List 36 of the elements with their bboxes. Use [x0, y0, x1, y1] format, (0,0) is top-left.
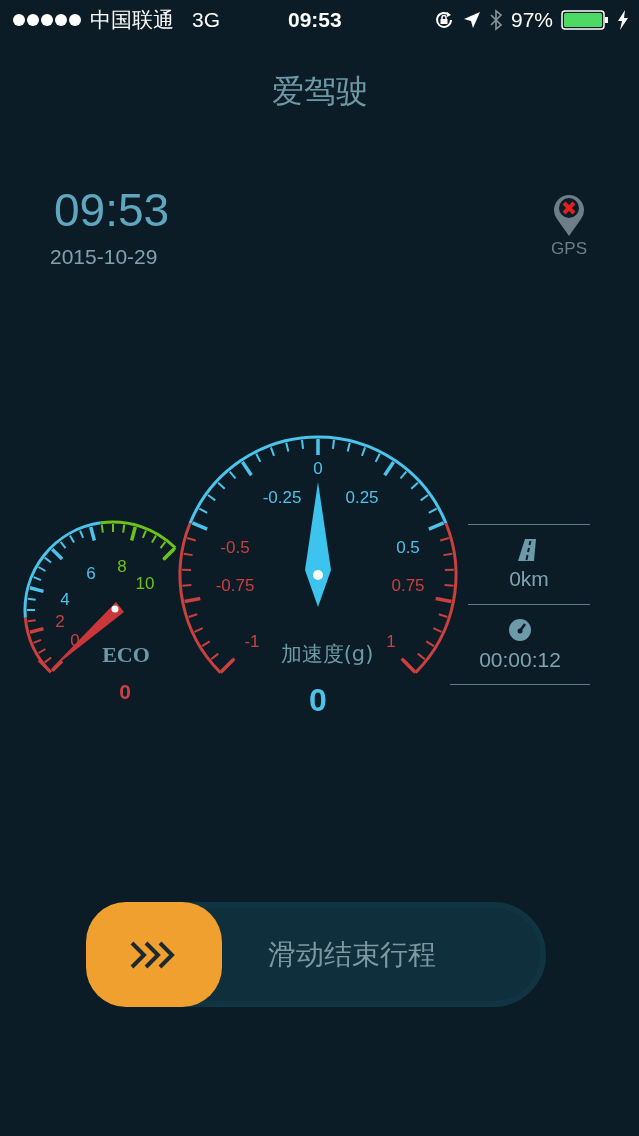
eco-scale-label: 6 [86, 563, 96, 583]
accel-scale-label: 0 [313, 458, 323, 478]
eco-scale-label: 4 [60, 589, 70, 609]
eco-scale-label: 10 [135, 573, 155, 593]
accel-scale-label: -0.75 [215, 575, 255, 595]
signal-icon [12, 13, 82, 27]
battery-icon [561, 9, 609, 31]
bluetooth-icon [488, 9, 503, 31]
trip-duration: 00:00:12 [479, 647, 561, 672]
eco-scale-label: 2 [55, 611, 65, 631]
eco-label: ECO [102, 641, 150, 667]
app-title: 爱驾驶 [270, 72, 369, 111]
clock-time: 09:53 [53, 183, 170, 237]
slider-knob[interactable] [86, 902, 222, 1007]
status-time: 09:53 [288, 8, 342, 32]
eco-value: 0 [119, 679, 131, 703]
end-trip-slider[interactable]: 滑动结束行程 [86, 902, 546, 1007]
carrier-name: 中国联通 [90, 7, 174, 33]
speedometer-icon [508, 617, 532, 642]
accel-scale-label: 0.75 [391, 575, 425, 595]
battery-percent: 97% [510, 8, 553, 32]
accel-scale-label: -1 [244, 631, 260, 651]
accel-scale-label: 0.25 [345, 487, 379, 507]
gps-label: GPS [551, 239, 587, 259]
accel-scale-label: 0.5 [396, 537, 420, 557]
accel-scale-label: -0.5 [220, 537, 250, 557]
network-type: 3G [192, 8, 220, 32]
accel-label: 加速度(g) [280, 642, 374, 666]
accel-value: 0 [309, 682, 327, 718]
clock-date: 2015-10-29 [50, 245, 159, 269]
accel-scale-label: 1 [386, 631, 396, 651]
eco-scale-label: 8 [117, 556, 127, 576]
location-arrow-icon [462, 11, 481, 29]
slider-label: 滑动结束行程 [268, 937, 436, 972]
accel-scale-label: -0.25 [262, 487, 302, 507]
trip-distance: 0km [509, 566, 549, 591]
